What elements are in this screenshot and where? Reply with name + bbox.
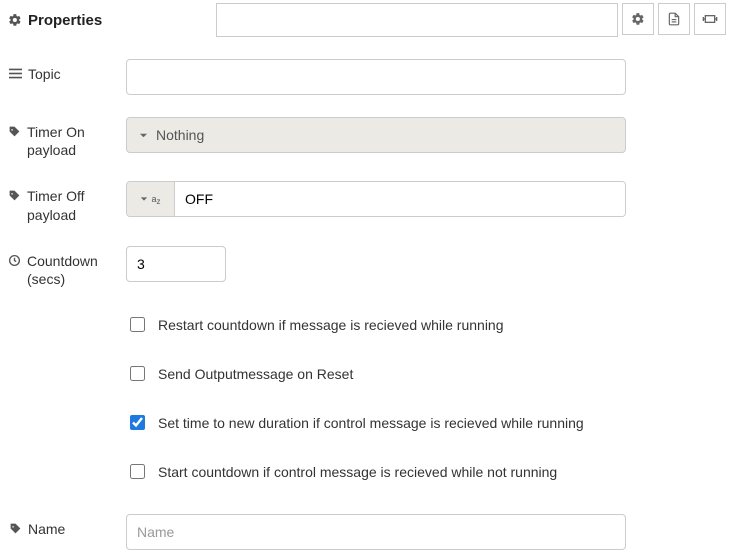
caret-down-icon: [140, 195, 148, 203]
properties-title: Properties: [28, 12, 102, 29]
tag-icon: [8, 520, 22, 535]
tag-icon: [8, 187, 21, 202]
clock-icon: [8, 252, 21, 267]
reset-output-checkbox-label: Send Outputmessage on Reset: [158, 366, 353, 382]
start-if-not-checkbox-label: Start countdown if control message is re…: [158, 464, 557, 480]
node-description-button[interactable]: [658, 3, 690, 35]
tag-icon: [8, 123, 21, 138]
start-if-not-checkbox[interactable]: [130, 464, 145, 479]
name-label: Name: [8, 514, 126, 538]
appearance-icon: [702, 12, 718, 26]
caret-down-icon: [139, 131, 148, 140]
gear-icon: [631, 12, 645, 26]
string-type-icon: az: [151, 194, 160, 205]
topic-label: Topic: [8, 59, 126, 83]
countdown-input[interactable]: [126, 246, 226, 282]
document-icon: [667, 12, 681, 26]
restart-checkbox-label: Restart countdown if message is recieved…: [158, 317, 504, 333]
timer-off-label: Timer Off payload: [8, 181, 126, 223]
name-input[interactable]: [126, 514, 626, 550]
gear-icon: [8, 13, 22, 27]
countdown-label: Countdown (secs): [8, 246, 126, 288]
node-label-input[interactable]: [216, 3, 618, 37]
node-appearance-button[interactable]: [694, 3, 726, 35]
timer-on-payload-select[interactable]: Nothing: [126, 117, 626, 153]
reset-output-checkbox[interactable]: [130, 366, 145, 381]
set-time-checkbox-label: Set time to new duration if control mess…: [158, 415, 584, 431]
properties-header: Properties: [8, 12, 126, 29]
list-icon: [8, 65, 22, 80]
topic-input[interactable]: [126, 59, 626, 95]
timer-on-label: Timer On payload: [8, 117, 126, 159]
node-settings-button[interactable]: [622, 3, 654, 35]
set-time-checkbox[interactable]: [130, 415, 145, 430]
timer-on-payload-value: Nothing: [156, 127, 204, 143]
timer-off-type-selector[interactable]: az: [127, 182, 175, 216]
timer-off-payload-input[interactable]: [175, 182, 625, 216]
restart-checkbox[interactable]: [130, 317, 145, 332]
